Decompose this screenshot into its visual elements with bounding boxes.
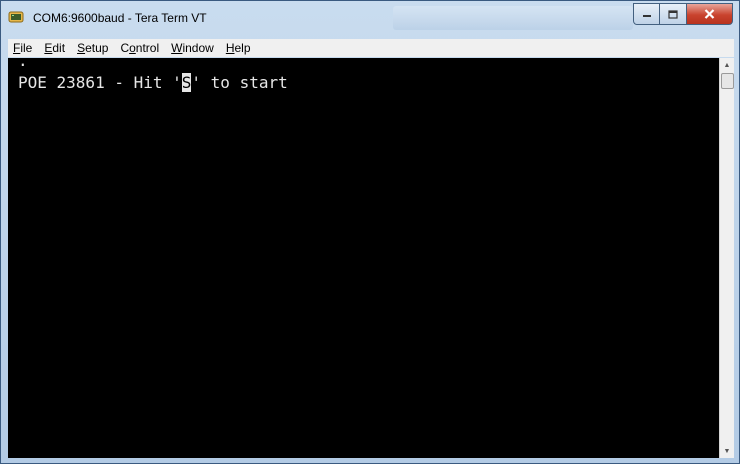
menu-help-post: elp: [234, 41, 251, 55]
minimize-button[interactable]: [633, 3, 660, 25]
tera-term-icon: [8, 11, 24, 23]
scroll-up-arrow-icon[interactable]: ▲: [720, 58, 734, 72]
maximize-button[interactable]: [660, 3, 687, 25]
minimize-icon: [642, 15, 651, 17]
close-icon: [704, 9, 715, 19]
tera-term-window: COM6:9600baud - Tera Term VT File Edit S…: [0, 0, 740, 464]
vertical-scrollbar[interactable]: ▲ ▼: [719, 58, 734, 458]
terminal-text-after: ' to start: [191, 73, 288, 92]
menu-edit-post: dit: [52, 41, 66, 55]
menu-setup-post: etup: [85, 41, 109, 55]
menu-control[interactable]: Control: [115, 41, 166, 55]
window-bottom-border: [1, 458, 739, 464]
menu-bar: File Edit Setup Control Window Help: [8, 39, 734, 57]
menu-edit[interactable]: Edit: [39, 41, 72, 55]
close-button[interactable]: [687, 3, 733, 25]
menu-window[interactable]: Window: [166, 41, 221, 55]
window-title: COM6:9600baud - Tera Term VT: [33, 11, 207, 25]
menu-control-key: o: [129, 41, 136, 55]
terminal-text-before: POE 23861 - Hit ': [18, 73, 182, 92]
menu-window-key: W: [171, 41, 183, 55]
menu-control-post: ntrol: [135, 41, 160, 55]
scroll-thumb[interactable]: [721, 73, 734, 89]
maximize-icon: [668, 9, 678, 19]
scroll-down-arrow-icon[interactable]: ▼: [720, 444, 734, 458]
menu-setup[interactable]: Setup: [72, 41, 115, 55]
menu-control-pre: C: [120, 41, 130, 55]
terminal-screen[interactable]: . POE 23861 - Hit 'S' to start: [8, 52, 719, 458]
terminal-line-1: POE 23861 - Hit 'S' to start: [18, 73, 288, 92]
menu-help-key: H: [225, 41, 235, 55]
menu-help[interactable]: Help: [221, 41, 258, 55]
terminal-cursor: S: [181, 73, 192, 92]
menu-window-post: indow: [182, 41, 214, 55]
terminal-line-0: .: [18, 51, 28, 70]
title-bar[interactable]: COM6:9600baud - Tera Term VT: [1, 1, 739, 38]
background-window-ghost: [393, 6, 633, 30]
menu-setup-key: S: [77, 41, 86, 55]
window-controls: [633, 3, 733, 25]
